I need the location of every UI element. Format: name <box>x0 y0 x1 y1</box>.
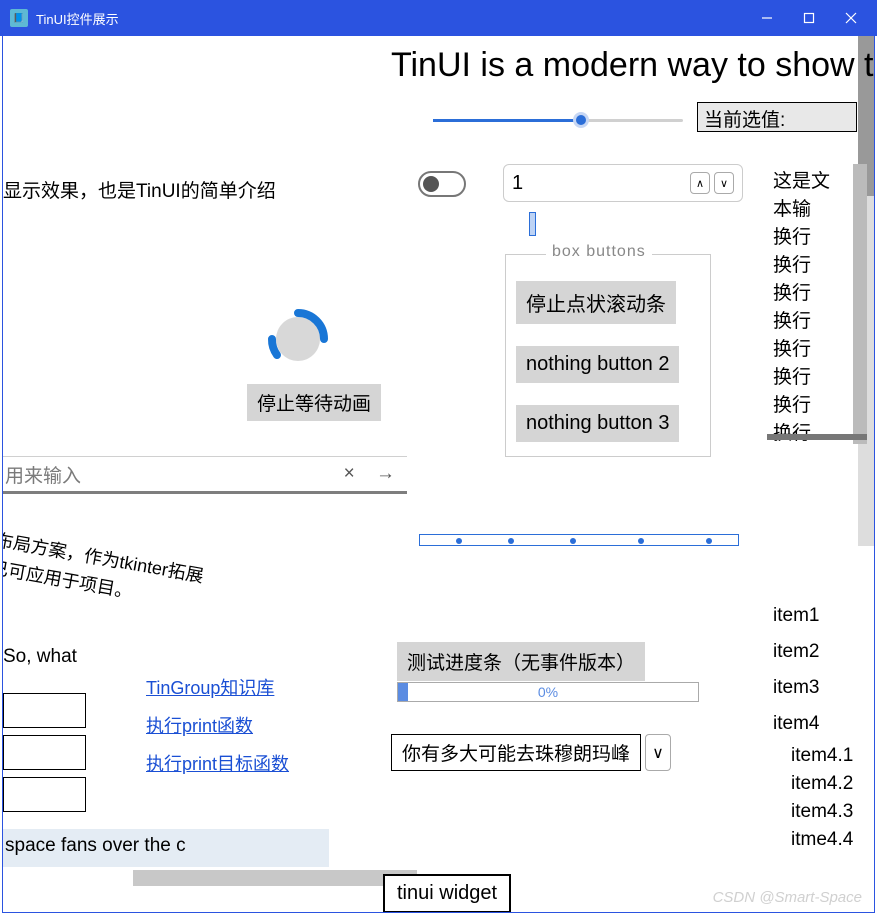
empty-box[interactable] <box>3 693 86 728</box>
text-line: 换行 <box>773 336 847 364</box>
empty-box[interactable] <box>3 777 86 812</box>
tree-subitem[interactable]: item4.1 <box>791 742 853 770</box>
dot <box>706 538 712 544</box>
entry-placeholder: 用来输入 <box>5 461 81 488</box>
intro-text: 显示效果，也是TinUI的简单介绍 <box>3 176 276 203</box>
tree-item[interactable]: item3 <box>773 670 853 706</box>
tree-item[interactable]: item4 <box>773 706 853 742</box>
treeview[interactable]: item1 item2 item3 item4 item4.1 item4.2 … <box>773 598 853 854</box>
text-line: 这是文本输 <box>773 168 847 224</box>
spinner-value: 1 <box>512 172 690 195</box>
tree-subitem[interactable]: item4.3 <box>791 798 853 826</box>
toggle-switch[interactable] <box>418 171 466 197</box>
link-tingroup[interactable]: TinGroup知识库 <box>146 674 289 700</box>
text-line: 换行 <box>773 252 847 280</box>
dot-scroll-bar <box>419 534 739 546</box>
textbox-bottom-border <box>767 434 867 440</box>
spinner-down-button[interactable]: ∨ <box>714 172 734 194</box>
empty-box[interactable] <box>3 735 86 770</box>
slider-value-label: 当前选值: <box>697 102 857 132</box>
number-spinner[interactable]: 1 ∧ ∨ <box>503 164 743 202</box>
link-print-func[interactable]: 执行print函数 <box>146 712 289 738</box>
info-caret <box>529 212 536 236</box>
spinner-up-button[interactable]: ∧ <box>690 172 710 194</box>
dot <box>638 538 644 544</box>
text-line: 换行 <box>773 224 847 252</box>
horizontal-scrollbar[interactable] <box>133 870 417 886</box>
content-area: TinUI is a modern way to show t 当前选值: 显示… <box>2 36 875 913</box>
text-line: 换行 <box>773 364 847 392</box>
close-button[interactable] <box>845 12 857 24</box>
dot <box>456 538 462 544</box>
toggle-thumb <box>423 176 439 192</box>
progress-bar: 0% <box>397 682 699 702</box>
submit-arrow-icon[interactable]: → <box>376 463 395 484</box>
nothing-button-2[interactable]: nothing button 2 <box>516 346 679 383</box>
bottom-tag: tinui widget <box>383 874 511 913</box>
tree-subitem[interactable]: item4.2 <box>791 770 853 798</box>
nothing-button-3[interactable]: nothing button 3 <box>516 405 679 442</box>
tree-item[interactable]: item1 <box>773 598 853 634</box>
progress-percent: 0% <box>538 684 558 700</box>
text-line: 换行 <box>773 280 847 308</box>
slider-fill <box>433 119 578 122</box>
wait-spinner <box>267 308 329 370</box>
checkbox-column <box>3 693 86 819</box>
entry-input[interactable]: 用来输入 × → <box>3 456 407 494</box>
text-line: 换行 <box>773 308 847 336</box>
app-icon: 📘 <box>10 9 28 27</box>
progress-fill <box>398 683 408 701</box>
stop-wait-button[interactable]: 停止等待动画 <box>247 384 381 421</box>
tree-item[interactable]: item2 <box>773 634 853 670</box>
text-area[interactable]: 这是文本输 换行 换行 换行 换行 换行 换行 换行 换行 <box>767 164 867 444</box>
text-line: 换行 <box>773 392 847 420</box>
window-title: TinUI控件展示 <box>36 9 761 28</box>
text-line: 换行 <box>773 420 847 444</box>
dot <box>508 538 514 544</box>
so-what-label: So, what <box>3 646 77 668</box>
combobox[interactable]: 你有多大可能去珠穆朗玛峰 ∨ <box>391 734 671 771</box>
watermark: CSDN @Smart-Space <box>713 889 862 906</box>
slider-thumb[interactable] <box>573 112 589 128</box>
minimize-button[interactable] <box>761 12 773 24</box>
page-title: TinUI is a modern way to show t <box>391 46 873 85</box>
slider[interactable] <box>433 108 683 132</box>
link-print-target-func[interactable]: 执行print目标函数 <box>146 750 289 776</box>
marquee-text: space fans over the c <box>3 829 329 867</box>
tree-subitem[interactable]: itme4.4 <box>791 826 853 854</box>
maximize-button[interactable] <box>803 12 815 24</box>
button-box-legend: box buttons <box>546 243 652 261</box>
dot <box>570 538 576 544</box>
stop-dot-scroll-button[interactable]: 停止点状滚动条 <box>516 281 676 324</box>
combobox-dropdown-button[interactable]: ∨ <box>645 734 671 771</box>
titlebar: 📘 TinUI控件展示 <box>0 0 877 36</box>
rotated-label: 布局方案，作为tkinter拓展 已可应用于项目。 <box>2 526 206 618</box>
clear-icon[interactable]: × <box>344 463 355 484</box>
progress-label: 测试进度条（无事件版本） <box>397 642 645 681</box>
combobox-value: 你有多大可能去珠穆朗玛峰 <box>391 734 641 771</box>
links-column: TinGroup知识库 执行print函数 执行print目标函数 <box>146 674 289 788</box>
button-box: box buttons 停止点状滚动条 nothing button 2 not… <box>505 254 711 457</box>
